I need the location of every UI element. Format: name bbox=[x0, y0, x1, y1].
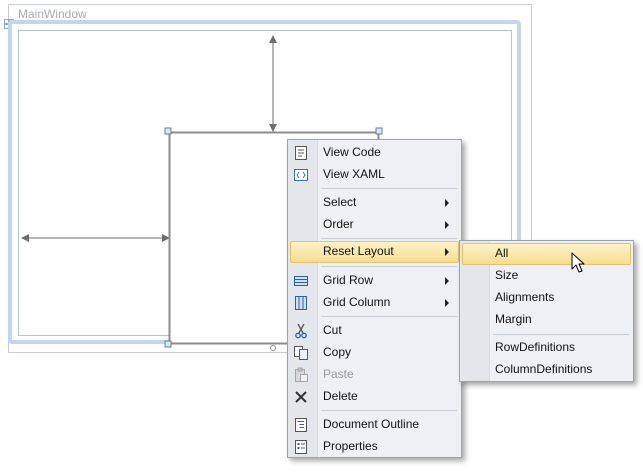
menu-item-label: Copy bbox=[323, 345, 352, 359]
menu-item-view-code[interactable]: View Code bbox=[290, 142, 459, 164]
menu-item-label: Delete bbox=[323, 389, 358, 403]
menu-item-reset-layout[interactable]: Reset Layout bbox=[290, 241, 459, 263]
menu-item-label: Order bbox=[323, 217, 354, 231]
submenu-item-column-definitions[interactable]: ColumnDefinitions bbox=[462, 359, 631, 381]
menu-item-label: Document Outline bbox=[323, 417, 420, 431]
resize-handle-top-right bbox=[375, 127, 383, 135]
menu-separator bbox=[321, 266, 457, 267]
menu-item-label: Properties bbox=[323, 439, 378, 453]
menu-separator bbox=[321, 410, 457, 411]
menu-item-label: View XAML bbox=[323, 167, 385, 181]
menu-item-label: ColumnDefinitions bbox=[495, 362, 593, 376]
scissors-icon bbox=[295, 323, 307, 339]
top-margin-arrow-icon bbox=[269, 35, 277, 43]
menu-item-document-outline[interactable]: Document Outline bbox=[290, 414, 459, 436]
submenu-arrow-icon bbox=[445, 221, 449, 229]
menu-item-grid-column[interactable]: Grid Column bbox=[290, 292, 459, 314]
menu-item-select[interactable]: Select bbox=[290, 192, 459, 214]
menu-item-label: Grid Column bbox=[323, 295, 391, 309]
submenu-item-row-definitions[interactable]: RowDefinitions bbox=[462, 337, 631, 359]
properties-icon bbox=[295, 440, 307, 454]
menu-item-label: Cut bbox=[323, 323, 342, 337]
view-code-icon bbox=[295, 146, 307, 160]
view-xaml-icon bbox=[294, 169, 308, 181]
menu-item-label: Alignments bbox=[495, 290, 555, 304]
menu-separator bbox=[321, 316, 457, 317]
menu-separator bbox=[321, 188, 457, 189]
paste-icon bbox=[295, 367, 308, 382]
menu-item-label: Grid Row bbox=[323, 273, 374, 287]
mouse-cursor-icon bbox=[571, 252, 585, 273]
menu-item-label: Size bbox=[495, 268, 519, 282]
menu-item-view-xaml[interactable]: View XAML bbox=[290, 164, 459, 186]
bottom-anchor-icon bbox=[270, 345, 276, 351]
menu-item-copy[interactable]: Copy bbox=[290, 342, 459, 364]
delete-icon bbox=[295, 391, 307, 403]
left-margin-arrow-icon bbox=[21, 234, 29, 242]
context-menu: View Code View XAML Select Order Reset L… bbox=[287, 139, 462, 458]
reset-layout-submenu: All Size Alignments Margin RowDefinition… bbox=[459, 240, 634, 382]
menu-separator bbox=[321, 238, 457, 239]
menu-item-label: Margin bbox=[495, 312, 532, 326]
submenu-arrow-icon bbox=[445, 277, 449, 285]
submenu-item-alignments[interactable]: Alignments bbox=[462, 287, 631, 309]
menu-item-label: Select bbox=[323, 195, 357, 209]
menu-separator bbox=[493, 334, 629, 335]
menu-item-cut[interactable]: Cut bbox=[290, 320, 459, 342]
submenu-arrow-icon bbox=[445, 248, 449, 256]
submenu-item-size[interactable]: Size bbox=[462, 265, 631, 287]
resize-handle-bottom-left bbox=[164, 340, 172, 348]
menu-item-properties[interactable]: Properties bbox=[290, 436, 459, 458]
menu-item-paste[interactable]: Paste bbox=[290, 364, 459, 386]
copy-icon bbox=[294, 346, 308, 360]
submenu-arrow-icon bbox=[445, 299, 449, 307]
document-outline-icon bbox=[295, 418, 307, 432]
menu-item-delete[interactable]: Delete bbox=[290, 386, 459, 408]
resize-handle-top-left bbox=[164, 127, 172, 135]
menu-item-label: RowDefinitions bbox=[495, 340, 576, 354]
top-margin-anchor-icon bbox=[269, 124, 277, 132]
menu-item-order[interactable]: Order bbox=[290, 214, 459, 236]
menu-item-label: Reset Layout bbox=[323, 244, 394, 258]
menu-item-grid-row[interactable]: Grid Row bbox=[290, 270, 459, 292]
menu-item-label: Paste bbox=[323, 367, 354, 381]
submenu-item-margin[interactable]: Margin bbox=[462, 309, 631, 331]
grid-column-icon bbox=[295, 296, 307, 310]
menu-item-label: View Code bbox=[323, 145, 381, 159]
grid-row-icon bbox=[294, 276, 308, 286]
submenu-arrow-icon bbox=[445, 199, 449, 207]
menu-item-label: All bbox=[495, 246, 509, 260]
submenu-item-all[interactable]: All bbox=[462, 243, 631, 265]
